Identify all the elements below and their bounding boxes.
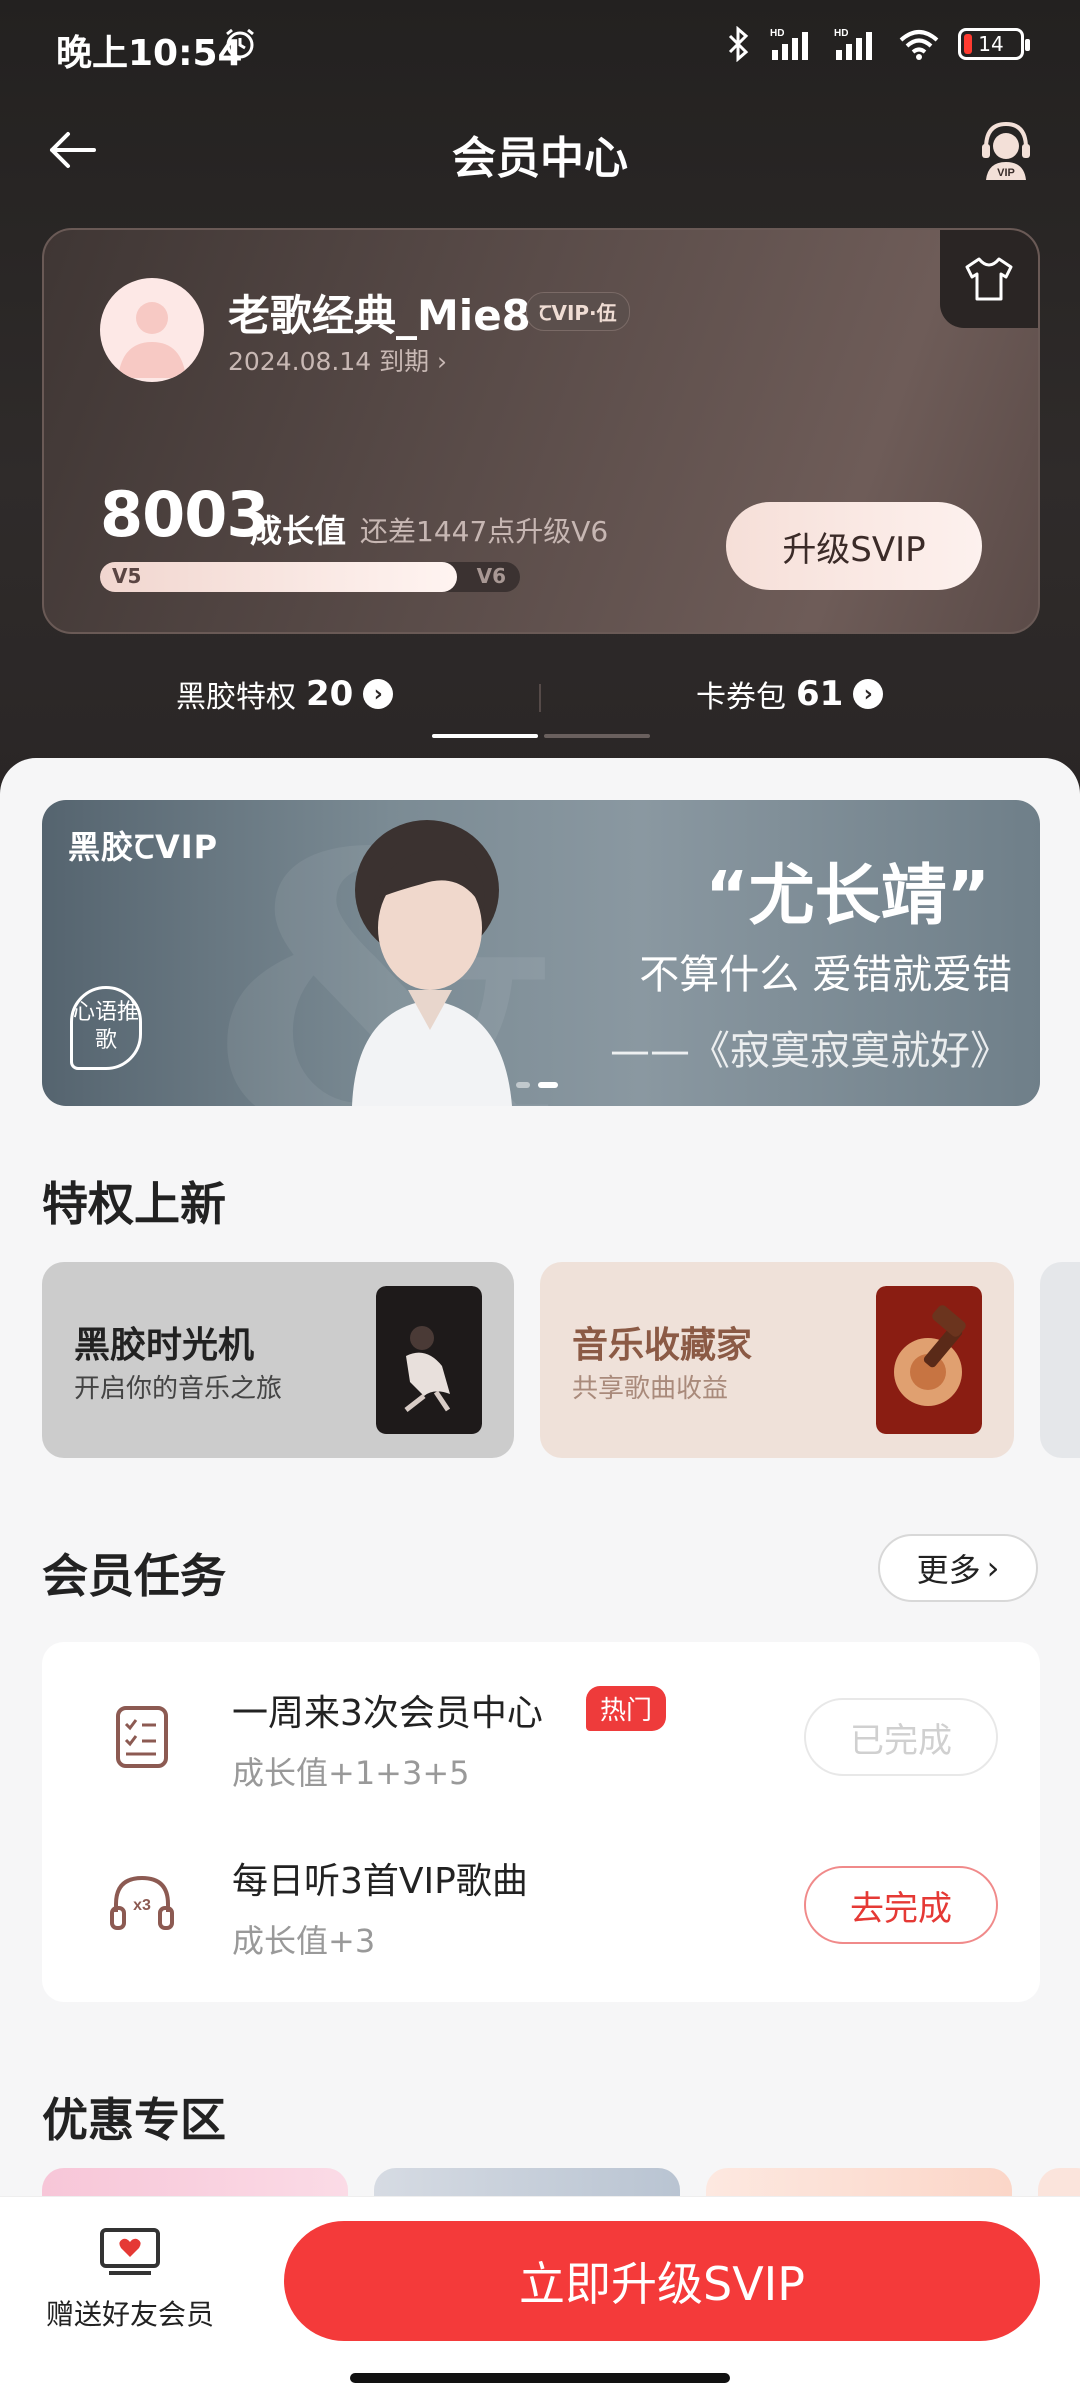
level-from: V5 — [112, 564, 142, 588]
section-title-promo: 优惠专区 — [42, 2093, 226, 2147]
service-badge-text: VIP — [997, 167, 1015, 179]
status-bar: 晚上10:54 HD HD 14 — [0, 0, 1080, 96]
level-to: V6 — [476, 564, 506, 588]
benefit-tabs: 黑胶特权 20 › 卡券包 61 › — [0, 660, 1080, 740]
checklist-icon — [116, 1706, 168, 1768]
main-content: & 黑胶ꞆVIP 心语推歌 “尤长靖” 不算什么 爱错就爱错 ——《寂寞寂寞就好… — [0, 758, 1080, 2400]
username: 老歌经典_Mie8 — [228, 291, 531, 340]
tab-indicator — [544, 734, 650, 738]
carousel-dots — [516, 1082, 558, 1088]
header-background: 晚上10:54 HD HD 14 会员中心 VIP 老歌经典_Mie8 ꞆVIP… — [0, 0, 1080, 800]
level-progress-bar: V5 V6 — [100, 562, 520, 592]
tab-count: 20 — [306, 674, 354, 714]
section-title-privileges: 特权上新 — [42, 1177, 226, 1231]
svg-text:x3: x3 — [133, 1897, 151, 1914]
task-row: x3 每日听3首VIP歌曲 成长值+3 去完成 — [42, 1824, 1040, 1984]
banner-brand-logo: 黑胶ꞆVIP — [68, 828, 219, 866]
growth-value: 8003 — [100, 478, 270, 551]
member-card: 老歌经典_Mie8 ꞆVIP·伍 2024.08.14 到期 › 8003 成长… — [42, 228, 1040, 634]
privilege-card-time-machine[interactable]: 黑胶时光机 开启你的音乐之旅 — [42, 1262, 514, 1458]
carousel-dot-active — [538, 1082, 558, 1088]
promo-banner[interactable]: & 黑胶ꞆVIP 心语推歌 “尤长靖” 不算什么 爱错就爱错 ——《寂寞寂寞就好… — [42, 800, 1040, 1106]
level-progress-fill — [100, 562, 457, 592]
more-tasks-button[interactable]: 更多 › — [878, 1534, 1038, 1602]
tab-count: 61 — [796, 674, 844, 714]
privilege-subtitle: 开启你的音乐之旅 — [74, 1374, 283, 1404]
status-icons: HD HD 14 — [726, 26, 1030, 62]
upgrade-svip-button[interactable]: 升级SVIP — [726, 502, 982, 590]
wifi-icon — [899, 30, 939, 60]
hot-badge: 热门 — [586, 1686, 667, 1731]
carousel-dot — [516, 1082, 530, 1088]
expire-date-link[interactable]: 2024.08.14 到期 › — [228, 342, 447, 378]
banner-song: ——《寂寞寂寞就好》 — [610, 1028, 1010, 1074]
gift-membership-button[interactable]: 赠送好友会员 — [40, 2227, 220, 2333]
tshirt-icon — [965, 257, 1013, 301]
privilege-card-partial[interactable] — [1040, 1262, 1080, 1458]
privilege-card-collector[interactable]: 音乐收藏家 共享歌曲收益 — [540, 1262, 1014, 1458]
network-label: HD — [834, 28, 848, 39]
banner-artist: “尤长靖” — [705, 857, 990, 934]
nav-bar: 会员中心 VIP — [0, 100, 1080, 200]
tab-vinyl-privileges[interactable]: 黑胶特权 20 › — [176, 672, 394, 716]
tab-label: 黑胶特权 — [176, 680, 296, 715]
task-list: 一周来3次会员中心 热门 成长值+1+3+5 已完成 x3 每日听3首VIP歌曲… — [42, 1642, 1040, 2002]
page-title: 会员中心 — [452, 133, 628, 184]
tab-label: 卡券包 — [696, 680, 786, 715]
growth-gap-text: 还差1447点升级V6 — [360, 515, 609, 548]
vip-level-badge: ꞆVIP·伍 — [526, 292, 630, 331]
banner-lyric: 不算什么 爱错就爱错 — [639, 952, 1012, 998]
vip-service-icon[interactable]: VIP — [976, 118, 1036, 182]
bottom-bar: 赠送好友会员 立即升级SVIP — [0, 2196, 1080, 2400]
chevron-right-icon: › — [986, 1549, 1000, 1587]
task-reward: 成长值+3 — [232, 1922, 376, 1960]
privilege-image — [376, 1286, 482, 1434]
banner-tag: 心语推歌 — [70, 986, 142, 1070]
privilege-image — [876, 1286, 982, 1434]
alarm-icon — [226, 28, 254, 59]
signal-icon: HD — [834, 28, 872, 60]
gift-label: 赠送好友会员 — [45, 2298, 214, 2331]
signal-icon: HD — [770, 28, 808, 60]
privilege-subtitle: 共享歌曲收益 — [572, 1374, 729, 1404]
task-title: 一周来3次会员中心 — [232, 1693, 543, 1734]
status-time: 晚上10:54 — [56, 33, 243, 74]
tab-coupons[interactable]: 卡券包 61 › — [696, 672, 884, 716]
home-indicator[interactable] — [350, 2373, 730, 2383]
chevron-right-icon: › — [853, 679, 884, 709]
task-row: 一周来3次会员中心 热门 成长值+1+3+5 已完成 — [42, 1656, 1040, 1816]
growth-label: 成长值 — [250, 512, 347, 550]
task-completed-button[interactable]: 已完成 — [804, 1698, 998, 1776]
artist-photo — [352, 820, 512, 1106]
skin-button[interactable] — [940, 230, 1038, 328]
privilege-title: 音乐收藏家 — [572, 1325, 753, 1366]
network-label: HD — [770, 28, 784, 39]
upgrade-now-button[interactable]: 立即升级SVIP — [284, 2221, 1040, 2341]
gift-card-icon — [100, 2228, 160, 2275]
headphones-icon: x3 — [110, 1875, 174, 1930]
divider — [539, 684, 541, 712]
more-label: 更多 — [916, 1551, 981, 1589]
chevron-right-icon: › — [363, 679, 394, 709]
privilege-title: 黑胶时光机 — [74, 1325, 255, 1366]
battery-icon: 14 — [958, 28, 1030, 60]
bluetooth-icon — [728, 26, 749, 62]
avatar[interactable] — [100, 278, 204, 382]
task-go-button[interactable]: 去完成 — [804, 1866, 998, 1944]
task-reward: 成长值+1+3+5 — [232, 1754, 470, 1792]
battery-level: 14 — [978, 32, 1004, 56]
tab-indicator-active — [432, 734, 538, 738]
section-title-tasks: 会员任务 — [42, 1549, 226, 1603]
task-title: 每日听3首VIP歌曲 — [232, 1861, 528, 1902]
